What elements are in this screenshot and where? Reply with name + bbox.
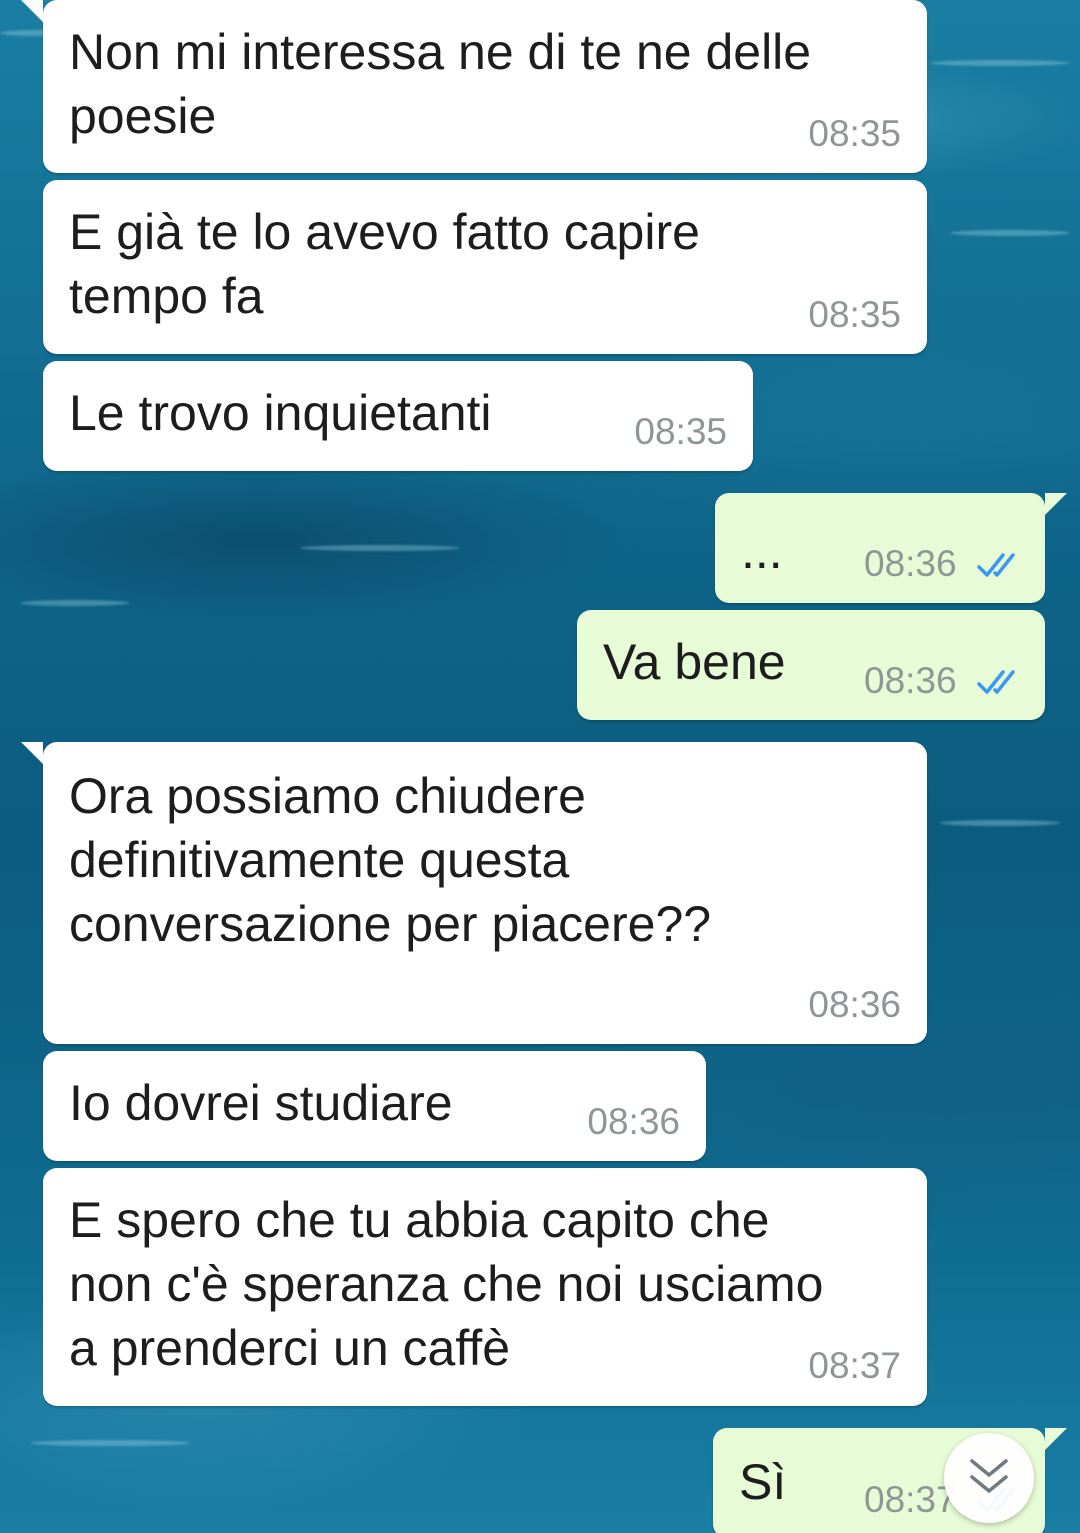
double-check-icon xyxy=(977,553,1015,577)
message-bubble-incoming[interactable]: Io dovrei studiare 08:36 xyxy=(43,1051,706,1161)
wallpaper-wave xyxy=(300,545,460,551)
message-bubble-incoming[interactable]: E già te lo avevo fatto capire tempo fa … xyxy=(43,180,927,354)
double-check-icon xyxy=(977,670,1015,694)
message-text: E spero che tu abbia capito che non c'è … xyxy=(69,1192,824,1376)
message-time: 08:36 xyxy=(808,984,901,1025)
scroll-to-bottom-button[interactable] xyxy=(944,1433,1034,1523)
message-text: ... xyxy=(741,523,783,579)
message-bubble-outgoing[interactable]: ... 08:36 xyxy=(715,493,1067,603)
message-bubble-incoming[interactable]: E spero che tu abbia capito che non c'è … xyxy=(43,1168,927,1406)
bubble-tail xyxy=(21,0,43,22)
wallpaper-wave xyxy=(930,60,1070,66)
message-time: 08:35 xyxy=(634,411,727,452)
wallpaper-wave xyxy=(20,600,130,606)
wallpaper-wave xyxy=(950,230,1070,236)
bubble-tail xyxy=(1045,1428,1067,1450)
message-bubble-incoming[interactable]: Le trovo inquietanti 08:35 xyxy=(43,361,753,471)
message-text: Le trovo inquietanti xyxy=(69,385,492,441)
message-time: 08:36 xyxy=(864,543,957,584)
message-text: Non mi interessa ne di te ne delle poesi… xyxy=(69,24,812,144)
message-bubble-outgoing[interactable]: Va bene 08:36 xyxy=(577,610,1045,720)
message-time: 08:37 xyxy=(864,1479,957,1520)
message-text: Sì xyxy=(739,1454,787,1510)
message-time: 08:36 xyxy=(587,1101,680,1142)
message-bubble-incoming[interactable]: Ora possiamo chiudere definitivamente qu… xyxy=(21,742,927,1044)
message-time: 08:36 xyxy=(864,660,957,701)
message-text: Io dovrei studiare xyxy=(69,1075,453,1131)
message-time: 08:37 xyxy=(808,1345,901,1386)
message-time: 08:35 xyxy=(808,294,901,335)
bubble-tail xyxy=(21,742,43,764)
message-text: E già te lo avevo fatto capire tempo fa xyxy=(69,204,700,324)
double-chevron-down-icon xyxy=(970,1459,1008,1493)
message-bubble-incoming[interactable]: Non mi interessa ne di te ne delle poesi… xyxy=(21,0,927,173)
wallpaper-wave xyxy=(30,1440,190,1446)
bubble-tail xyxy=(1045,493,1067,515)
message-time: 08:35 xyxy=(808,113,901,154)
wallpaper-wave xyxy=(940,820,1060,826)
message-text: Ora possiamo chiudere definitivamente qu… xyxy=(69,768,712,952)
message-text: Va bene xyxy=(603,634,786,690)
